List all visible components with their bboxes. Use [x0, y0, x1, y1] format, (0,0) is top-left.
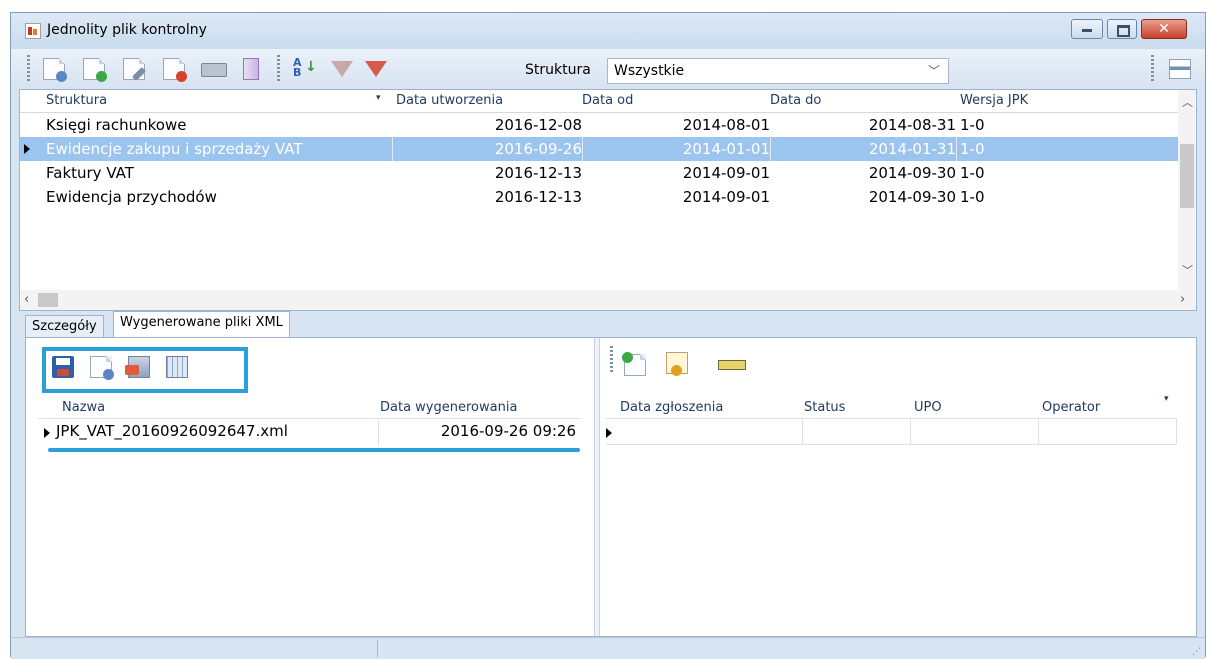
file-date: 2016-09-26 09:26	[440, 422, 576, 440]
table-view-icon[interactable]	[166, 356, 188, 378]
clear-filter-icon[interactable]	[365, 61, 387, 77]
edit-doc-icon[interactable]	[123, 58, 147, 82]
column-header-data-do[interactable]: Data do	[770, 90, 821, 112]
struktura-select-value: Wszystkie	[614, 63, 685, 79]
status-bar: ⋰	[11, 637, 1205, 659]
column-header-struktura[interactable]: Struktura	[46, 90, 107, 112]
app-window: Jednolity plik kontrolny ✕ A B ↓ Struktura…	[10, 12, 1206, 659]
file-name[interactable]: JPK_VAT_20160926092647.xml	[56, 422, 288, 440]
toolbar-separator	[277, 55, 280, 83]
scroll-left-icon[interactable]: ‹	[24, 292, 29, 307]
tab-szczegoly[interactable]: Szczegóły	[25, 315, 104, 337]
struktura-select[interactable]: Wszystkie ﹀	[607, 58, 949, 84]
row-indicator-icon	[24, 144, 30, 154]
column-header-upo[interactable]: UPO	[914, 400, 942, 415]
structure-grid[interactable]: Struktura ▾ Data utworzenia Data od Data…	[19, 89, 1197, 311]
column-header-data-zgloszenia[interactable]: Data zgłoszenia	[620, 400, 723, 415]
delete-doc-icon[interactable]	[163, 58, 187, 82]
scroll-down-icon[interactable]: ﹀	[1182, 262, 1193, 278]
report-icon[interactable]	[243, 58, 259, 80]
vertical-scroll-thumb[interactable]	[1180, 144, 1194, 208]
sort-az-icon[interactable]: A B ↓	[293, 57, 317, 80]
main-toolbar: A B ↓ Struktura Wszystkie ﹀	[11, 49, 1205, 89]
column-header-data-od[interactable]: Data od	[582, 90, 633, 112]
sort-indicator-icon: ▾	[376, 93, 381, 103]
panel-splitter[interactable]	[594, 338, 600, 636]
toolbar-grip[interactable]	[27, 55, 30, 83]
tab-wygenerowane-pliki-xml[interactable]: Wygenerowane pliki XML	[113, 311, 290, 338]
chevron-down-icon: ﹀	[927, 64, 940, 78]
maximize-button[interactable]	[1107, 19, 1137, 39]
column-header-nazwa[interactable]: Nazwa	[62, 400, 105, 415]
vertical-scrollbar[interactable]: ︿ ﹀	[1178, 90, 1196, 290]
column-header-status[interactable]: Status	[804, 400, 845, 415]
certificate-icon[interactable]	[666, 352, 688, 376]
resize-grip-icon[interactable]: ⋰	[1192, 647, 1201, 657]
column-header-data-wygenerowania[interactable]: Data wygenerowania	[380, 400, 517, 415]
highlight-underline	[48, 448, 580, 452]
filter-icon[interactable]	[331, 61, 353, 77]
export-icon[interactable]	[125, 356, 150, 378]
close-icon: ✕	[1158, 21, 1170, 37]
app-icon	[25, 23, 41, 39]
table-row[interactable]: Księgi rachunkowe 2016-12-08 2014-08-01 …	[20, 113, 1178, 137]
horizontal-scroll-thumb[interactable]	[38, 293, 58, 307]
add-doc-icon[interactable]	[83, 58, 107, 82]
struktura-label: Struktura	[525, 62, 591, 78]
window-title: Jednolity plik kontrolny	[47, 22, 207, 38]
table-row-selected[interactable]: Ewidencje zakupu i sprzedaży VAT 2016-09…	[20, 137, 1178, 161]
xml-files-panel: Nazwa Data wygenerowania JPK_VAT_2016092…	[25, 337, 1197, 637]
save-icon[interactable]	[52, 356, 74, 378]
horizontal-scrollbar[interactable]: ‹ ›	[20, 290, 1196, 310]
preview-doc-icon[interactable]	[43, 58, 67, 82]
send-refresh-icon[interactable]	[622, 352, 646, 376]
column-header-wersja-jpk[interactable]: Wersja JPK	[960, 90, 1028, 112]
token-icon[interactable]	[718, 360, 746, 370]
scroll-right-icon[interactable]: ›	[1180, 292, 1185, 307]
column-header-operator[interactable]: Operator	[1042, 400, 1100, 415]
print-icon[interactable]	[201, 63, 227, 77]
table-row[interactable]: Faktury VAT 2016-12-13 2014-09-01 2014-0…	[20, 161, 1178, 185]
title-bar: Jednolity plik kontrolny ✕	[11, 13, 1205, 49]
right-toolbar-grip[interactable]	[610, 346, 613, 374]
table-row[interactable]: Ewidencja przychodów 2016-12-13 2014-09-…	[20, 185, 1178, 209]
row-indicator-icon	[606, 428, 612, 438]
row-indicator-icon	[44, 428, 50, 438]
toolbar-grip-right[interactable]	[1151, 55, 1154, 83]
preview-file-icon[interactable]	[90, 356, 114, 380]
layout-icon[interactable]	[1169, 59, 1191, 79]
sort-indicator-icon: ▾	[1164, 394, 1169, 404]
minimize-button[interactable]	[1071, 19, 1103, 39]
column-header-data-utworzenia[interactable]: Data utworzenia	[396, 90, 503, 112]
close-button[interactable]: ✕	[1141, 19, 1187, 39]
scroll-up-icon[interactable]: ︿	[1182, 94, 1193, 110]
